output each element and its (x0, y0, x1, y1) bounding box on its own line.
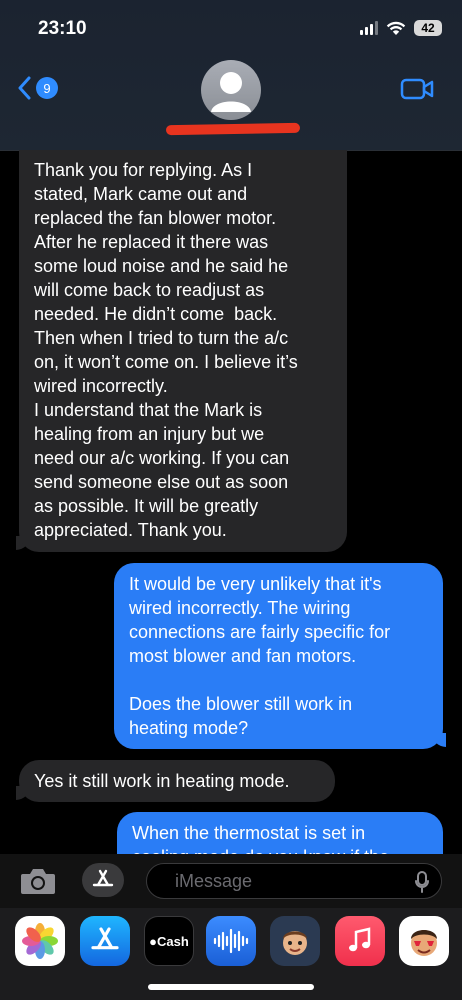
camera-icon (21, 869, 55, 894)
status-icons: 42 (360, 20, 442, 36)
app-apple-cash[interactable]: ●Cash (144, 916, 194, 966)
app-memoji[interactable] (270, 916, 320, 966)
app-music[interactable] (335, 916, 385, 966)
app-photos[interactable] (15, 916, 65, 966)
redacted-contact-name (165, 122, 301, 136)
app-memoji-stickers[interactable] (399, 916, 449, 966)
outgoing-message[interactable]: It would be very unlikely that it's wire… (114, 563, 443, 749)
music-icon (349, 927, 371, 952)
cellular-signal-icon (360, 21, 378, 35)
incoming-message[interactable]: Yes it still work in heating mode. (19, 760, 335, 802)
home-indicator[interactable] (148, 984, 314, 990)
message-input[interactable]: iMessage (146, 863, 442, 899)
chevron-left-icon (18, 76, 31, 100)
appstore-icon (92, 869, 114, 887)
battery-indicator: 42 (414, 20, 442, 36)
wifi-icon (386, 21, 406, 35)
memoji-stickers-icon (411, 930, 437, 956)
unread-count-badge: 9 (36, 77, 58, 99)
app-app-store[interactable] (80, 916, 130, 966)
microphone-icon[interactable] (415, 871, 429, 893)
back-button[interactable]: 9 (18, 76, 58, 100)
memoji-icon (283, 931, 307, 955)
app-store-button[interactable] (82, 863, 124, 897)
photos-icon (22, 923, 58, 959)
status-time: 23:10 (38, 18, 87, 39)
video-camera-icon (400, 78, 434, 100)
contact-avatar[interactable] (201, 60, 261, 120)
message-input-bar: iMessage (0, 854, 462, 908)
camera-button[interactable] (19, 866, 57, 901)
apple-cash-icon: ●Cash (149, 933, 189, 949)
app-audio-message[interactable] (206, 916, 256, 966)
person-icon (211, 72, 251, 112)
incoming-message[interactable]: Thank you for replying. As I stated, Mar… (19, 150, 347, 552)
message-input-placeholder: iMessage (175, 871, 253, 891)
apple-cash-label: Cash (157, 933, 189, 949)
appstore-icon (91, 927, 119, 950)
audio-message-icon (213, 928, 249, 954)
facetime-button[interactable] (400, 77, 434, 106)
conversation-header: 23:10 42 9 (0, 0, 462, 151)
